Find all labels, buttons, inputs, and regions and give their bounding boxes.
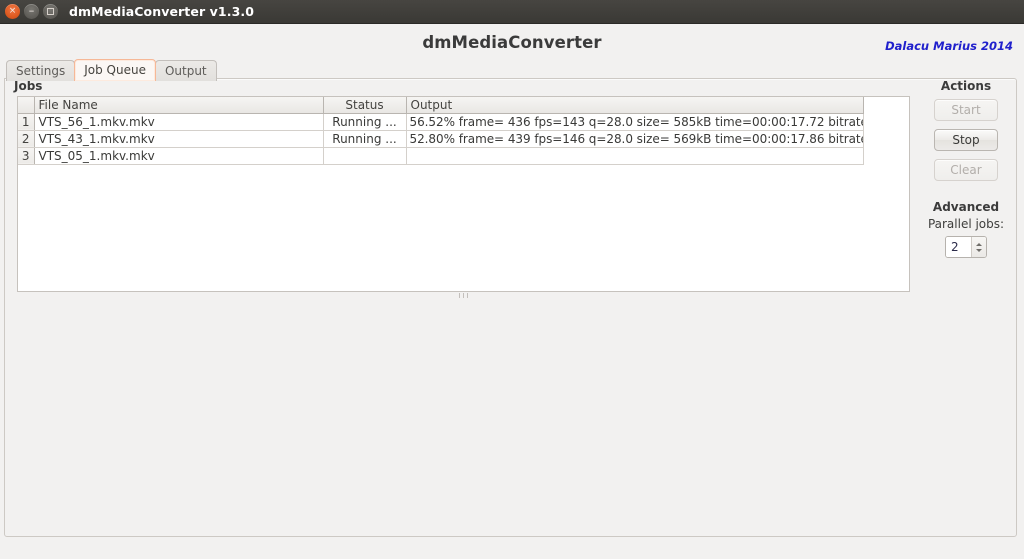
column-header-rownum[interactable] (18, 97, 35, 114)
column-header-status[interactable]: Status (323, 97, 407, 114)
advanced-title: Advanced (932, 200, 1000, 214)
author-credit: Dalacu Marius 2014 (885, 39, 1013, 53)
tab-job-queue[interactable]: Job Queue (74, 59, 156, 81)
jobs-group-label: Jobs (14, 79, 43, 93)
cell-file-name: VTS_43_1.mkv.mkv (34, 130, 324, 148)
parallel-jobs-value[interactable]: 2 (946, 237, 971, 257)
tab-output[interactable]: Output (154, 60, 217, 81)
parallel-jobs-stepper[interactable]: 2 (945, 236, 987, 258)
maximize-window-icon[interactable] (43, 4, 58, 19)
app-header: dmMediaConverter Dalacu Marius 2014 (0, 33, 1024, 55)
panel-splitter-handle[interactable] (17, 292, 910, 298)
table-row[interactable]: 2 VTS_43_1.mkv.mkv Running ... 52.80% fr… (18, 130, 864, 148)
column-header-file-name[interactable]: File Name (34, 97, 324, 114)
window-title: dmMediaConverter v1.3.0 (69, 4, 255, 19)
window-controls: × – (5, 4, 58, 19)
cell-file-name: VTS_56_1.mkv.mkv (34, 113, 324, 131)
tab-content-job-queue: Jobs File Name Status Output 1 VTS_56_1.… (4, 78, 1017, 537)
tab-settings[interactable]: Settings (6, 60, 76, 81)
actions-pane: Actions Start Stop Clear Advanced Parall… (916, 79, 1016, 258)
minimize-glyph: – (28, 3, 35, 17)
stop-button[interactable]: Stop (934, 129, 998, 151)
splitter-grip-line (459, 292, 460, 298)
cell-status: Running ... (323, 113, 407, 131)
title-bar: × – dmMediaConverter v1.3.0 (0, 0, 1024, 24)
jobs-table: File Name Status Output 1 VTS_56_1.mkv.m… (18, 97, 864, 165)
cell-output: 52.80% frame= 439 fps=146 q=28.0 size= 5… (406, 130, 864, 148)
close-glyph: × (8, 6, 17, 16)
table-header-row: File Name Status Output (18, 97, 864, 114)
column-header-output[interactable]: Output (406, 97, 864, 114)
table-row[interactable]: 1 VTS_56_1.mkv.mkv Running ... 56.52% fr… (18, 113, 864, 131)
tab-bar: Settings Job Queue Output (0, 59, 1024, 81)
splitter-grip-line (463, 292, 464, 298)
table-row[interactable]: 3 VTS_05_1.mkv.mkv (18, 147, 864, 165)
application-window: × – dmMediaConverter v1.3.0 dmMediaConve… (0, 0, 1024, 559)
row-number: 1 (18, 113, 35, 131)
minimize-window-icon[interactable]: – (24, 4, 39, 19)
row-number: 3 (18, 147, 35, 165)
chevron-up-icon[interactable] (976, 242, 982, 246)
close-window-icon[interactable]: × (5, 4, 20, 19)
splitter-grip-line (467, 292, 468, 298)
chevron-down-icon[interactable] (976, 248, 982, 252)
start-button[interactable]: Start (934, 99, 998, 121)
page-title: dmMediaConverter (422, 33, 602, 52)
actions-title: Actions (940, 79, 992, 93)
stepper-arrows (971, 237, 986, 257)
maximize-glyph (47, 8, 54, 15)
cell-status (323, 147, 407, 165)
parallel-jobs-label: Parallel jobs: (927, 217, 1005, 231)
jobs-list-container[interactable]: File Name Status Output 1 VTS_56_1.mkv.m… (17, 96, 910, 292)
cell-output (406, 147, 864, 165)
row-number: 2 (18, 130, 35, 148)
cell-output: 56.52% frame= 436 fps=143 q=28.0 size= 5… (406, 113, 864, 131)
clear-button[interactable]: Clear (934, 159, 998, 181)
cell-status: Running ... (323, 130, 407, 148)
cell-file-name: VTS_05_1.mkv.mkv (34, 147, 324, 165)
